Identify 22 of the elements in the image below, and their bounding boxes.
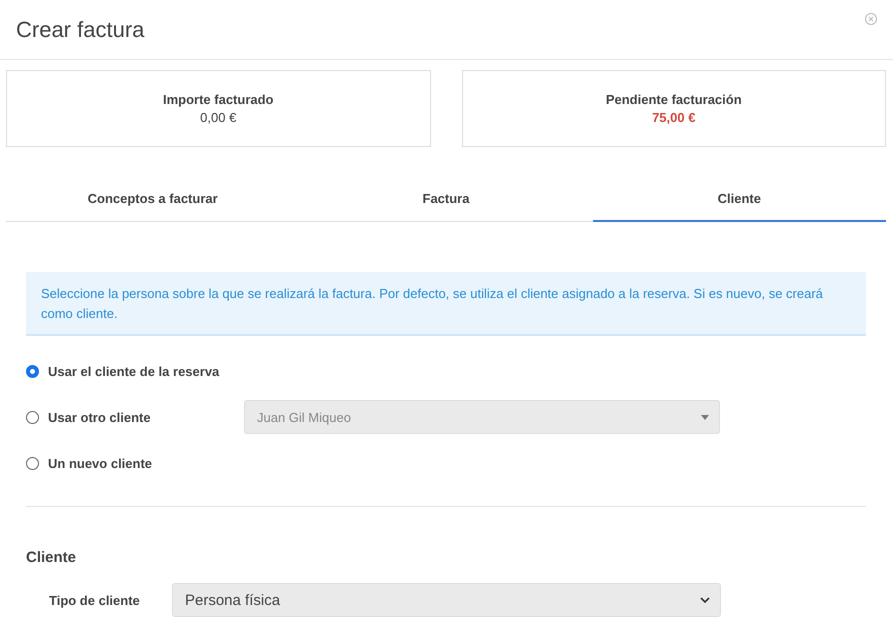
summary-label: Importe facturado bbox=[162, 92, 274, 107]
chevron-icon bbox=[700, 597, 710, 603]
radio-option[interactable]: Usar el cliente de la reserva bbox=[26, 364, 244, 378]
radio-label: Un nuevo cliente bbox=[48, 456, 152, 470]
section-title: Cliente bbox=[26, 549, 78, 566]
radio-option[interactable]: Usar otro cliente bbox=[26, 410, 244, 424]
tab[interactable]: Cliente bbox=[592, 176, 886, 222]
tab[interactable]: Conceptos a facturar bbox=[6, 176, 300, 222]
radio-option[interactable]: Un nuevo cliente bbox=[26, 456, 244, 470]
radio-label: Usar otro cliente bbox=[48, 410, 151, 424]
summary-label: Pendiente facturación bbox=[606, 92, 742, 107]
summary-value: 0,00 € bbox=[200, 110, 236, 125]
client-type-select[interactable]: Persona física bbox=[172, 583, 721, 617]
tab[interactable]: Factura bbox=[299, 176, 593, 222]
radio-label: Usar el cliente de la reserva bbox=[48, 364, 220, 378]
window-title: Crear factura bbox=[16, 16, 144, 42]
summary-value: 75,00 € bbox=[652, 110, 696, 125]
caret-icon bbox=[701, 414, 709, 420]
close-icon bbox=[865, 13, 877, 25]
field-label: Tipo de cliente bbox=[49, 592, 141, 608]
info-message: Seleccione la persona sobre la que se realizará la factura. Por defecto, se utiliza el cliente asignado a la reserva. Si es nuevo, se creará como cliente. bbox=[26, 272, 866, 336]
close-button[interactable] bbox=[865, 13, 877, 25]
